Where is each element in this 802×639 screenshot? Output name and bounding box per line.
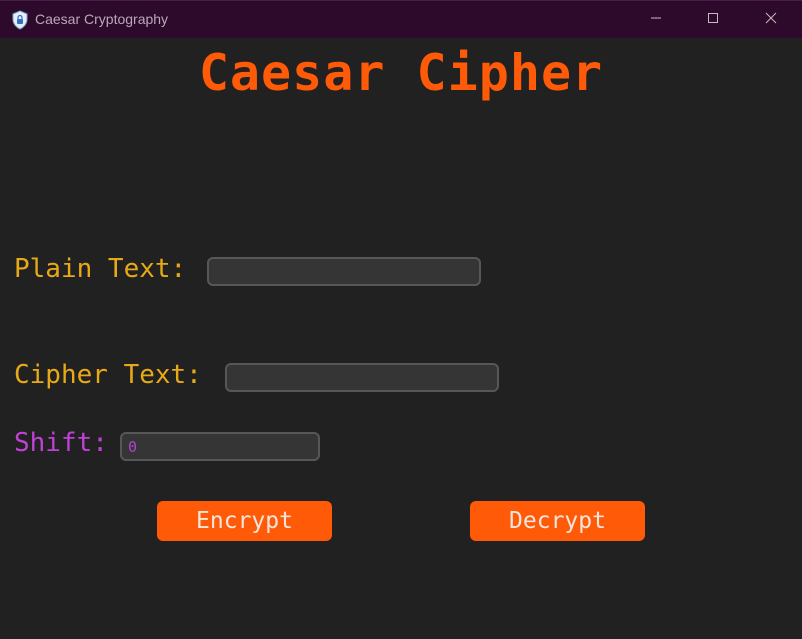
plain-text-label: Plain Text: bbox=[14, 254, 187, 284]
app-window: Caesar Cryptography Caesar Cipher Plain … bbox=[0, 0, 802, 639]
shield-lock-icon bbox=[11, 10, 29, 30]
close-icon bbox=[765, 11, 777, 29]
maximize-button[interactable] bbox=[684, 1, 742, 39]
shift-input[interactable] bbox=[120, 432, 320, 461]
decrypt-button[interactable]: Decrypt bbox=[470, 501, 645, 541]
page-title: Caesar Cipher bbox=[198, 44, 604, 102]
minimize-icon bbox=[650, 11, 662, 29]
cipher-text-label: Cipher Text: bbox=[14, 360, 202, 390]
minimize-button[interactable] bbox=[627, 1, 685, 39]
title-bar[interactable]: Caesar Cryptography bbox=[0, 0, 802, 38]
close-button[interactable] bbox=[742, 1, 800, 39]
plain-text-input[interactable] bbox=[207, 257, 481, 286]
cipher-text-input[interactable] bbox=[225, 363, 499, 392]
maximize-icon bbox=[707, 11, 719, 29]
window-title: Caesar Cryptography bbox=[35, 11, 169, 27]
shift-label: Shift: bbox=[14, 428, 108, 458]
encrypt-button[interactable]: Encrypt bbox=[157, 501, 332, 541]
